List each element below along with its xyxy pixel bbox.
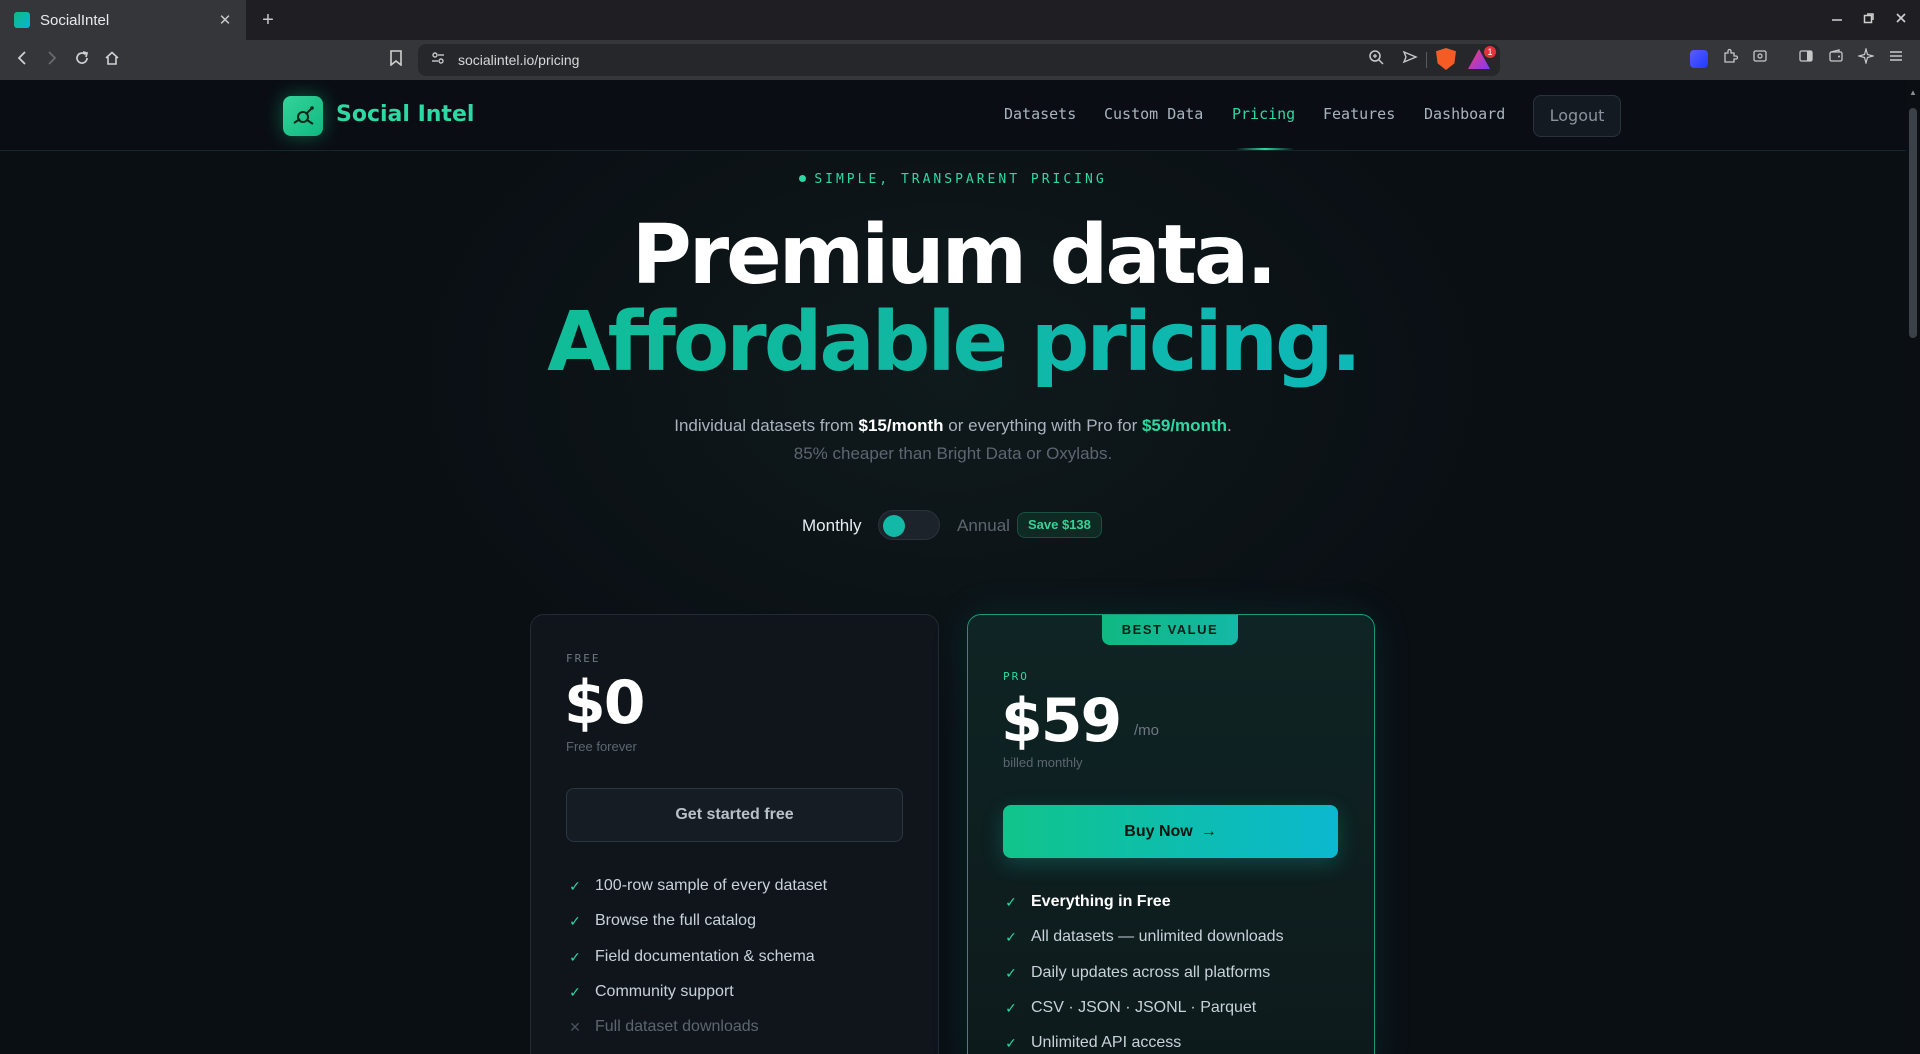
browser-tab[interactable]: SocialIntel ✕ (0, 0, 246, 40)
wallet-icon[interactable] (1824, 48, 1848, 72)
site-header: Social Intel Datasets Custom Data Pricin… (0, 80, 1906, 151)
switch-knob (883, 515, 905, 537)
free-plan-label: FREE (566, 652, 601, 665)
cross-icon: ✕ (569, 1019, 581, 1035)
check-icon: ✓ (1005, 929, 1017, 945)
feature-text: All datasets — unlimited downloads (1031, 928, 1284, 945)
feature-text: Full dataset downloads (595, 1018, 759, 1035)
send-icon[interactable] (1398, 48, 1422, 72)
brand-logo-icon[interactable] (283, 96, 323, 136)
back-icon[interactable] (10, 48, 34, 72)
hero-headline-line2-text: Affordable pricing. (547, 295, 1359, 390)
monthly-label[interactable]: Monthly (802, 516, 862, 536)
vpn-icon[interactable] (1690, 50, 1708, 68)
close-tab-icon[interactable]: ✕ (214, 11, 236, 29)
new-tab-button[interactable]: + (256, 8, 280, 32)
arrow-right-icon: → (1200, 823, 1217, 840)
subtitle-price-individual: $15/month (858, 416, 944, 435)
active-nav-indicator (1236, 148, 1294, 150)
hero-headline-line1: Premium data. (631, 208, 1278, 303)
subtitle-price-pro: $59/month (1141, 416, 1227, 435)
feature-text: Everything in Free (1031, 893, 1171, 910)
nav-custom-data[interactable]: Custom Data (1104, 105, 1203, 123)
free-plan-note: Free forever (566, 739, 637, 754)
nav-datasets[interactable]: Datasets (1004, 105, 1076, 123)
page-scrollbar[interactable]: ▲ (1906, 80, 1920, 1054)
check-icon: ✓ (1005, 1000, 1017, 1016)
buy-now-button[interactable]: Buy Now → (1003, 805, 1338, 858)
pro-plan-label: PRO (1003, 670, 1029, 683)
minimize-icon[interactable] (1822, 8, 1852, 32)
eyebrow-dot-icon (799, 175, 807, 182)
pro-plan-note: billed monthly (1003, 755, 1083, 770)
feature-text: 100-row sample of every dataset (595, 877, 828, 894)
annual-savings-badge: Save $138 (1017, 512, 1102, 538)
scroll-up-icon[interactable]: ▲ (1909, 88, 1917, 97)
eyebrow-text: SIMPLE, TRANSPARENT PRICING (814, 172, 1107, 187)
omnibox-divider (1426, 52, 1427, 68)
hero-subtitle: Individual datasets from $15/month or ev… (0, 416, 1906, 436)
scrollbar-thumb[interactable] (1909, 108, 1917, 338)
subtitle-mid: or everything with Pro for (943, 416, 1142, 435)
tab-title: SocialIntel (40, 11, 110, 29)
billing-toggle: Monthly Annual Save $138 (0, 508, 1906, 542)
feature-text: Unlimited API access (1031, 1034, 1182, 1051)
free-plan-price: $0 (564, 668, 645, 738)
site-favicon-icon (14, 12, 30, 28)
browser-tab-strip: SocialIntel ✕ + (0, 0, 1920, 40)
annual-label[interactable]: Annual (957, 516, 1010, 536)
billing-switch[interactable] (878, 510, 940, 540)
restore-icon[interactable] (1854, 8, 1884, 32)
check-icon: ✓ (1005, 894, 1017, 910)
feature-text: Daily updates across all platforms (1031, 964, 1271, 981)
buy-now-label: Buy Now (1124, 823, 1193, 840)
close-window-icon[interactable] (1886, 8, 1916, 32)
check-icon: ✓ (569, 878, 581, 894)
sidebar-icon[interactable] (1794, 48, 1818, 72)
best-value-badge: BEST VALUE (1102, 615, 1238, 645)
site-info-icon[interactable] (426, 48, 450, 72)
brand-name[interactable]: Social Intel (336, 102, 474, 127)
feature-text: Field documentation & schema (595, 948, 815, 965)
leo-ai-icon[interactable] (1854, 46, 1878, 72)
subtitle-suffix: . (1227, 416, 1232, 435)
subtitle-prefix: Individual datasets from (674, 416, 859, 435)
feature-text: CSV · JSON · JSONL · Parquet (1031, 999, 1257, 1016)
reload-icon[interactable] (70, 48, 94, 72)
check-icon: ✓ (569, 949, 581, 965)
url-text[interactable]: socialintel.io/pricing (458, 44, 579, 76)
check-icon: ✓ (1005, 1035, 1017, 1051)
check-icon: ✓ (569, 984, 581, 1000)
address-bar[interactable]: socialintel.io/pricing 1 (418, 44, 1500, 76)
feature-text: Browse the full catalog (595, 912, 756, 929)
check-icon: ✓ (569, 913, 581, 929)
nav-features[interactable]: Features (1323, 105, 1395, 123)
forward-icon[interactable] (40, 48, 64, 72)
feature-text: Community support (595, 983, 734, 1000)
home-icon[interactable] (100, 48, 124, 72)
hero-comparison: 85% cheaper than Bright Data or Oxylabs. (793, 444, 1113, 463)
pro-plan-period: /mo (1134, 722, 1160, 739)
extensions-icon[interactable] (1718, 48, 1742, 72)
nav-dashboard[interactable]: Dashboard (1424, 105, 1505, 123)
translate-icon[interactable] (1748, 48, 1772, 72)
bookmark-icon[interactable] (384, 48, 408, 72)
logout-button[interactable]: Logout (1533, 95, 1621, 137)
hero-headline-line2: Affordable pricing. (0, 295, 1906, 390)
pro-plan-price: $59 (1001, 686, 1122, 756)
page-viewport: Social Intel Datasets Custom Data Pricin… (0, 80, 1906, 1054)
menu-icon[interactable] (1884, 48, 1908, 72)
get-started-free-button[interactable]: Get started free (566, 788, 903, 842)
nav-pricing[interactable]: Pricing (1232, 105, 1295, 123)
pricing-eyebrow: SIMPLE, TRANSPARENT PRICING (0, 172, 1906, 187)
brave-shields-icon[interactable] (1436, 48, 1456, 70)
rewards-badge: 1 (1484, 46, 1496, 58)
zoom-icon[interactable] (1364, 48, 1388, 72)
check-icon: ✓ (1005, 965, 1017, 981)
